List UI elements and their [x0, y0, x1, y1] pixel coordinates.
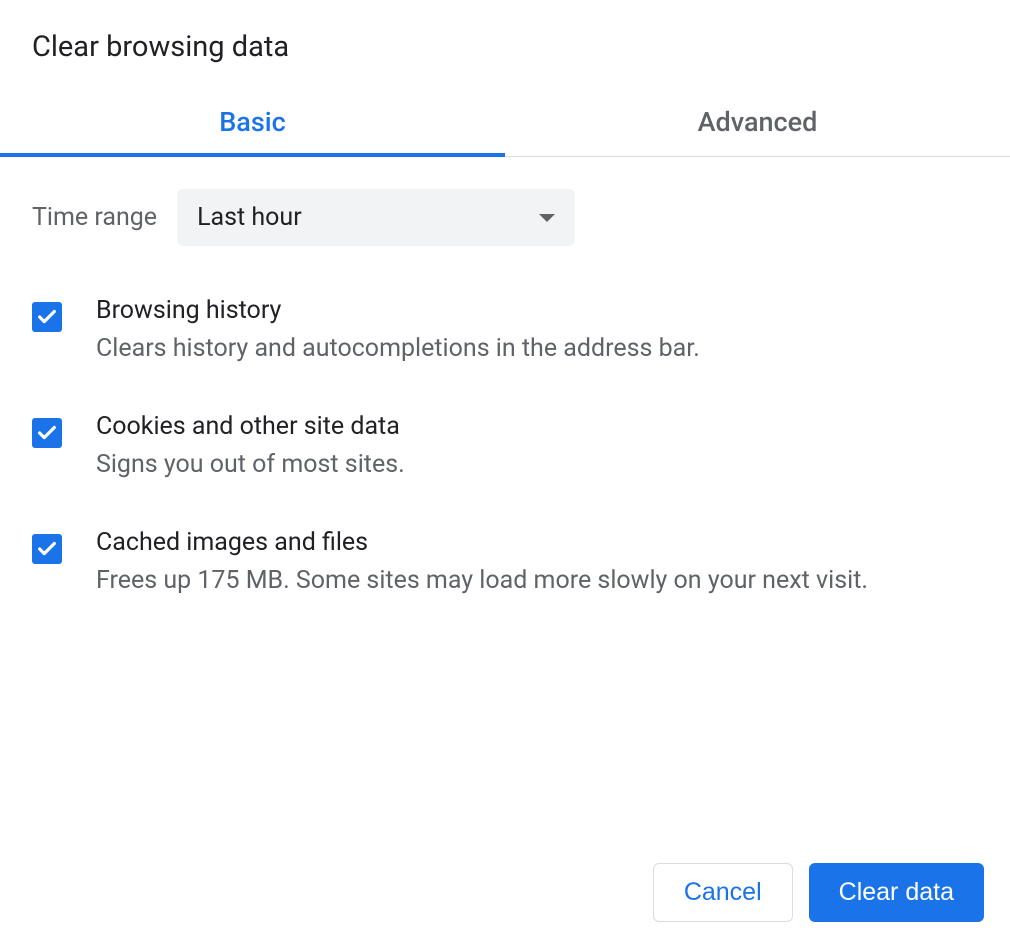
tab-advanced[interactable]: Advanced	[505, 88, 1010, 156]
option-title: Cached images and files	[96, 528, 978, 557]
checkmark-icon	[36, 306, 58, 328]
option-description: Clears history and autocompletions in th…	[96, 331, 978, 366]
option-browsing-history: Browsing history Clears history and auto…	[32, 296, 978, 366]
checkmark-icon	[36, 538, 58, 560]
option-cookies: Cookies and other site data Signs you ou…	[32, 412, 978, 482]
checkbox-cached[interactable]	[32, 534, 62, 564]
tab-basic-label: Basic	[219, 106, 285, 138]
option-description: Signs you out of most sites.	[96, 447, 978, 482]
clear-browsing-data-dialog: Clear browsing data Basic Advanced Time …	[0, 0, 1010, 598]
option-text: Cached images and files Frees up 175 MB.…	[96, 528, 978, 598]
option-title: Cookies and other site data	[96, 412, 978, 441]
option-cached: Cached images and files Frees up 175 MB.…	[32, 528, 978, 598]
time-range-label: Time range	[32, 203, 157, 232]
tab-basic[interactable]: Basic	[0, 88, 505, 156]
dialog-title: Clear browsing data	[0, 0, 1010, 88]
chevron-down-icon	[539, 214, 555, 222]
checkmark-icon	[36, 422, 58, 444]
tab-advanced-label: Advanced	[698, 106, 818, 138]
option-title: Browsing history	[96, 296, 978, 325]
option-text: Browsing history Clears history and auto…	[96, 296, 978, 366]
dialog-content: Time range Last hour Browsing history Cl…	[0, 157, 1010, 598]
clear-data-button[interactable]: Clear data	[809, 863, 984, 922]
checkbox-browsing-history[interactable]	[32, 302, 62, 332]
time-range-row: Time range Last hour	[32, 189, 978, 246]
cancel-button[interactable]: Cancel	[653, 863, 793, 922]
tabs: Basic Advanced	[0, 88, 1010, 157]
option-description: Frees up 175 MB. Some sites may load mor…	[96, 563, 978, 598]
time-range-selected: Last hour	[197, 203, 302, 232]
checkbox-cookies[interactable]	[32, 418, 62, 448]
dialog-footer: Cancel Clear data	[0, 843, 1010, 946]
option-text: Cookies and other site data Signs you ou…	[96, 412, 978, 482]
time-range-dropdown[interactable]: Last hour	[177, 189, 575, 246]
